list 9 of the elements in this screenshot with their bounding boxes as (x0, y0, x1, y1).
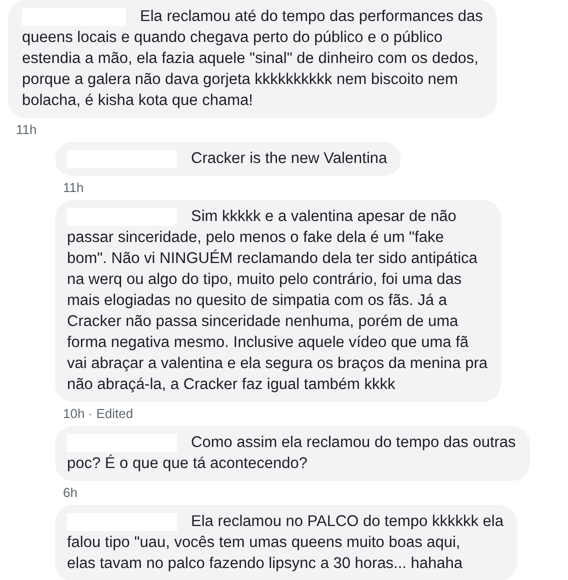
comment-text: Ela reclamou no PALCO do tempo kkkkkk ela falou tipo "uau, vocês tem umas queens muito boas aqui, elas tavam no palco fazendo lipsync a 30 horas... hahaha (67, 512, 504, 574)
comment-time: 6h (63, 485, 78, 501)
comment-text: Ela reclamou até do tempo das performances das queens locais e quando chegava perto do público e o público estendia a mão, ela fazia aquele "sinal" de dinheiro com os dedos, porque a galera não dava gorjeta kkkkkkkkkk nem biscoito nem bolacha, é kisha kota que chama! (22, 7, 483, 111)
comment-time: 10h · Edited (63, 406, 134, 422)
comment-text: Como assim ela reclamou do tempo das outras poc? É o que que tá acontecendo? (67, 433, 516, 474)
comment-text: Cracker is the new Valentina (190, 149, 388, 169)
comment-time: 11h (16, 122, 38, 138)
comment-time: 11h (63, 180, 85, 196)
comment-text: Sim kkkkk e a valentina apesar de não passar sinceridade, pelo menos o fake dela é um "fake bom". Não vi NINGUÉM reclamando dela ter sido antipática na werq ou algo do tipo, muito pelo contrário, foi uma das mais elogiadas no quesito de simpatia com os fãs. Já a Cracker não passa sinceridade nenhuma, porém de uma forma negativa mesmo. Inclusive aquele vídeo que uma fã vai abraçar a valentina e ela segura os braços da menina pra não abraçá-la, a Cracker faz igual também kkkk (67, 207, 488, 395)
